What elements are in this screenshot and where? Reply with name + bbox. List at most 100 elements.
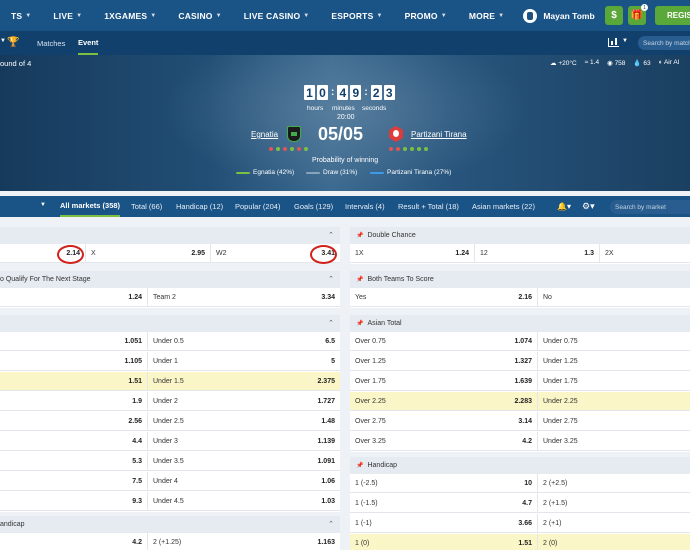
chevron-down-icon[interactable]: ▼ xyxy=(622,38,628,44)
odd-cell[interactable]: 2 (+1) xyxy=(538,514,690,533)
odd-2x[interactable]: 2X xyxy=(600,244,690,263)
home-team-name[interactable]: Egnatia xyxy=(251,130,278,139)
tab-result-total[interactable]: Result + Total (18) xyxy=(398,196,459,217)
odd-cell[interactable]: Under 2.25 xyxy=(538,392,690,411)
gear-icon[interactable]: ⚙▾ xyxy=(582,201,595,212)
tab-event[interactable]: Event xyxy=(78,31,99,55)
chevron-up-icon[interactable]: ⌃ xyxy=(328,231,334,239)
nav-live[interactable]: LIVE ▼ xyxy=(42,0,93,31)
odd-cell[interactable]: 2 (+1.5) xyxy=(538,494,690,513)
odd-cell[interactable]: Under 3 1.139 xyxy=(148,432,340,451)
pin-icon[interactable]: 📌 xyxy=(356,320,363,327)
odd-team2[interactable]: Team 2 3.34 xyxy=(148,288,340,307)
chevron-up-icon[interactable]: ⌃ xyxy=(328,319,334,327)
tab-matches[interactable]: Matches xyxy=(37,31,65,55)
odd-over[interactable]: 4.2 xyxy=(0,533,148,550)
odd-cell[interactable]: Over 2.25 2.283 xyxy=(350,392,538,411)
panel-title: o Qualify For The Next Stage xyxy=(0,276,91,283)
tab-handicap[interactable]: Handicap (12) xyxy=(176,196,223,217)
tab-all-markets[interactable]: All markets (358) xyxy=(60,196,121,217)
odd-under[interactable]: 2 (+1.25) 1.163 xyxy=(148,533,340,550)
tab-asian-markets[interactable]: Asian markets (22) xyxy=(472,196,535,217)
tab-total[interactable]: Total (66) xyxy=(131,196,162,217)
odd-cell[interactable]: Under 2 1.727 xyxy=(148,392,340,411)
odd-cell[interactable]: Under 0.5 6.5 xyxy=(148,332,340,351)
panel-header[interactable]: ⌃ xyxy=(0,315,340,332)
bell-icon[interactable]: 🔔▾ xyxy=(557,202,571,211)
odd-cell[interactable]: Over 1.75 1.639 xyxy=(350,372,538,391)
odd-cell[interactable]: 1.51 xyxy=(0,372,148,391)
odd-cell[interactable]: Over 3.25 4.2 xyxy=(350,432,538,451)
odd-cell[interactable]: 4.4 xyxy=(0,432,148,451)
odd-cell[interactable]: 1.105 xyxy=(0,352,148,371)
odd-cell[interactable]: 1 (0) 1.51 xyxy=(350,534,538,550)
odd-cell[interactable]: 1 (-1) 3.66 xyxy=(350,514,538,533)
pin-icon[interactable]: 📌 xyxy=(356,232,363,239)
odd-cell[interactable]: Over 1.25 1.327 xyxy=(350,352,538,371)
chevron-down-icon[interactable]: ▼ xyxy=(40,202,46,208)
register-button[interactable]: REGIS xyxy=(655,6,690,25)
nav-esports[interactable]: ESPORTS ▼ xyxy=(320,0,393,31)
panel-header[interactable]: o Qualify For The Next Stage ⌃ xyxy=(0,271,340,288)
pin-icon[interactable]: 📌 xyxy=(356,462,363,469)
odd-cell[interactable]: Under 2.5 1.48 xyxy=(148,412,340,431)
odd-cell[interactable]: Under 1.25 xyxy=(538,352,690,371)
gift-button[interactable]: 🎁 1 xyxy=(628,4,648,25)
odd-cell[interactable]: 5.3 xyxy=(0,452,148,471)
odd-cell[interactable]: Under 2.75 xyxy=(538,412,690,431)
odd-cell[interactable]: 1 (-1.5) 4.7 xyxy=(350,494,538,513)
nav-promo[interactable]: PROMO ▼ xyxy=(394,0,458,31)
wallet-button[interactable]: $ xyxy=(605,6,623,25)
odd-x[interactable]: X 2.95 xyxy=(86,244,211,263)
pin-icon[interactable]: 📌 xyxy=(356,276,363,283)
odd-cell[interactable]: 1.051 xyxy=(0,332,148,351)
odd-cell[interactable]: Over 2.75 3.14 xyxy=(350,412,538,431)
odd-cell[interactable]: 2 (0) xyxy=(538,534,690,550)
panel-header[interactable]: 📌 Double Chance xyxy=(350,227,690,244)
away-team-name[interactable]: Partizani Tirana xyxy=(411,130,467,139)
odd-no[interactable]: No xyxy=(538,288,690,307)
search-market-input[interactable]: Search by market xyxy=(610,200,690,214)
odd-value: 1.03 xyxy=(321,497,335,505)
panel-header[interactable]: 📌 Asian Total xyxy=(350,315,690,332)
odd-cell[interactable]: 7.5 xyxy=(0,472,148,491)
odd-cell[interactable]: Under 4.5 1.03 xyxy=(148,492,340,511)
search-match-input[interactable]: Search by match xyxy=(638,36,690,50)
nav-casino[interactable]: CASINO ▼ xyxy=(167,0,232,31)
tab-popular[interactable]: Popular (204) xyxy=(235,196,280,217)
odd-cell[interactable]: Under 4 1.06 xyxy=(148,472,340,491)
tab-goals[interactable]: Goals (129) xyxy=(294,196,333,217)
statistics-icon[interactable] xyxy=(608,38,619,47)
nav-live-casino[interactable]: LIVE CASINO ▼ xyxy=(233,0,321,31)
nav-sports[interactable]: TS ▼ xyxy=(0,0,42,31)
nav-1xgames[interactable]: 1XGAMES ▼ xyxy=(93,0,167,31)
chevron-down-icon[interactable]: ▼ xyxy=(0,38,6,44)
odd-cell[interactable]: 2.56 xyxy=(0,412,148,431)
panel-header[interactable]: 📌 Both Teams To Score xyxy=(350,271,690,288)
odd-cell[interactable]: Under 1 5 xyxy=(148,352,340,371)
odd-cell[interactable]: 1.9 xyxy=(0,392,148,411)
odd-cell[interactable]: 9.3 xyxy=(0,492,148,511)
odd-team1[interactable]: 1.24 xyxy=(0,288,148,307)
panel-header[interactable]: andicap ⌃ xyxy=(0,516,340,533)
odd-cell[interactable]: Under 1.5 2.375 xyxy=(148,372,340,391)
odd-12[interactable]: 12 1.3 xyxy=(475,244,600,263)
nav-more[interactable]: MORE ▼ xyxy=(458,0,515,31)
panel-header[interactable]: ⌃ xyxy=(0,227,340,244)
chevron-up-icon[interactable]: ⌃ xyxy=(328,275,334,283)
odd-cell[interactable]: 2 (+2.5) xyxy=(538,474,690,493)
mayan-tomb-link[interactable]: Mayan Tomb xyxy=(523,8,595,23)
tab-intervals[interactable]: Intervals (4) xyxy=(345,196,385,217)
timer-label-hours: hours xyxy=(307,105,324,112)
odd-1x[interactable]: 1X 1.24 xyxy=(350,244,475,263)
odd-cell[interactable]: Under 3.5 1.091 xyxy=(148,452,340,471)
odd-cell[interactable]: 1 (-2.5) 10 xyxy=(350,474,538,493)
odd-cell[interactable]: Over 0.75 1.074 xyxy=(350,332,538,351)
panel-header[interactable]: 📌 Handicap xyxy=(350,457,690,474)
trophy-icon[interactable]: 🏆 xyxy=(7,37,19,48)
odd-cell[interactable]: Under 3.25 xyxy=(538,432,690,451)
chevron-up-icon[interactable]: ⌃ xyxy=(328,520,334,528)
odd-cell[interactable]: Under 0.75 xyxy=(538,332,690,351)
odd-yes[interactable]: Yes 2.16 xyxy=(350,288,538,307)
odd-cell[interactable]: Under 1.75 xyxy=(538,372,690,391)
